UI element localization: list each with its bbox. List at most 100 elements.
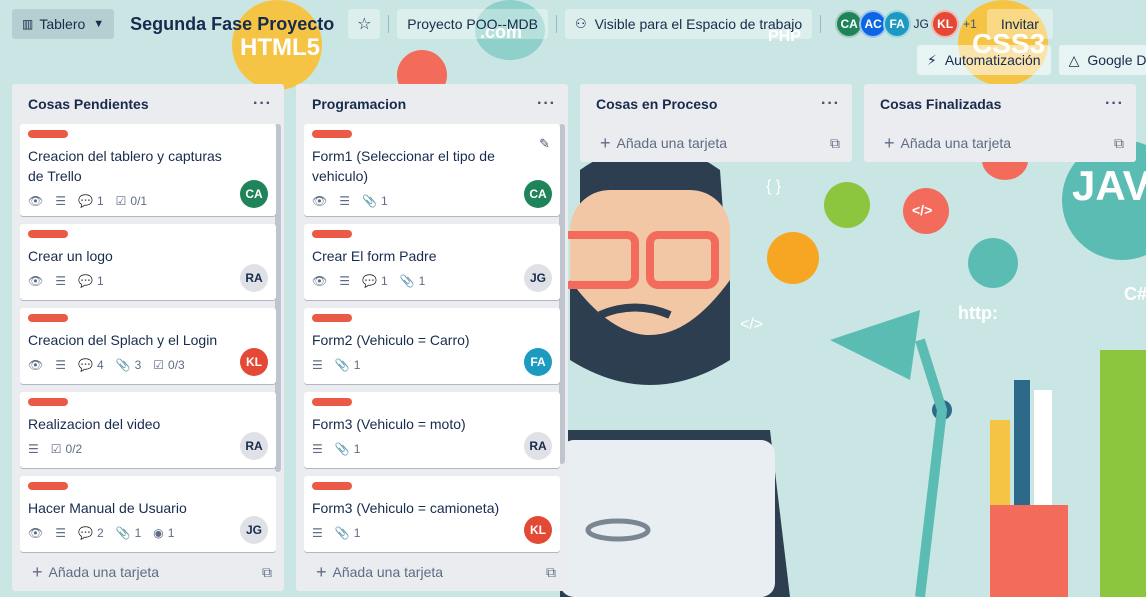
comments-badge: 💬 4 (78, 358, 104, 372)
list-header[interactable]: Cosas Finalizadas ··· (864, 84, 1136, 124)
comments-count: 4 (96, 358, 104, 372)
list-menu-icon[interactable]: ··· (253, 95, 272, 113)
card[interactable]: Crear El form Padre 👁 ☰ 💬 1 📎 1 JG (304, 224, 560, 300)
list-title[interactable]: Cosas Finalizadas (880, 96, 1001, 112)
card-member-avatar[interactable]: RA (524, 432, 552, 460)
description-icon: ☰ (55, 194, 66, 208)
list: Programacion ··· ✎ Form1 (Seleccionar el… (296, 84, 568, 591)
automation-button[interactable]: ⚡ Automatización (917, 45, 1051, 75)
avatar[interactable]: KL (931, 10, 960, 38)
add-card-label: Añada una tarjeta (900, 135, 1012, 151)
list-menu-icon[interactable]: ··· (821, 95, 840, 113)
eye-icon: 👁 (312, 274, 328, 288)
list-menu-icon[interactable]: ··· (1105, 95, 1124, 113)
card[interactable]: Form3 (Vehiculo = camioneta) ☰ 📎 1 KL (304, 476, 560, 552)
card-badges: ☰ 📎 1 (312, 358, 552, 372)
attachments-badge: 📎 3 (116, 358, 142, 372)
comments-badge: 💬 1 (78, 194, 104, 208)
card-member-avatar[interactable]: CA (524, 180, 552, 208)
attachments-count: 1 (353, 526, 361, 540)
eye-icon: 👁 (28, 274, 44, 288)
list-title[interactable]: Programacion (312, 96, 406, 112)
board-title[interactable]: Segunda Fase Proyecto (130, 14, 334, 35)
checkbox-icon: ☑ (153, 358, 165, 372)
template-icon[interactable]: ⧉ (830, 135, 840, 152)
card[interactable]: ✎ Form1 (Seleccionar el tipo de vehiculo… (304, 124, 560, 216)
view-switcher-button[interactable]: ▥ Tablero ▼ (12, 9, 115, 39)
card-label (28, 482, 68, 490)
star-button[interactable]: ☆ (348, 9, 381, 39)
list-title[interactable]: Cosas Pendientes (28, 96, 149, 112)
card-label (312, 314, 352, 322)
attachments-count: 1 (353, 442, 361, 456)
list-title[interactable]: Cosas en Proceso (596, 96, 717, 112)
add-card-button[interactable]: + Añada una tarjeta ⧉ (296, 553, 568, 591)
card-member-avatar[interactable]: JG (524, 264, 552, 292)
card[interactable]: Realizacion del video ☰ ☑ 0/2 RA (20, 392, 276, 468)
list-header[interactable]: Cosas Pendientes ··· (12, 84, 284, 124)
more-members-count[interactable]: +1 (963, 17, 977, 31)
comment-icon: 💬 (78, 194, 93, 208)
attachments-badge: 📎 1 (335, 358, 361, 372)
card[interactable]: Creacion del tablero y capturas de Trell… (20, 124, 276, 216)
add-card-label: Añada una tarjeta (616, 135, 728, 151)
plus-icon: + (600, 133, 611, 153)
card-title: Hacer Manual de Usuario (28, 500, 187, 516)
attachments-badge: 📎 1 (400, 274, 426, 288)
eye-icon: 👁 (28, 358, 44, 372)
comment-icon: 💬 (362, 274, 377, 288)
card[interactable]: Form2 (Vehiculo = Carro) ☰ 📎 1 FA (304, 308, 560, 384)
template-icon[interactable]: ⧉ (1114, 135, 1124, 152)
comments-count: 1 (380, 274, 388, 288)
template-icon[interactable]: ⧉ (262, 564, 272, 581)
list: Cosas en Proceso ··· + Añada una tarjeta… (580, 84, 852, 162)
comments-badge: 💬 1 (362, 274, 388, 288)
card-title: Form3 (Vehiculo = moto) (312, 416, 466, 432)
eye-icon: 👁 (28, 194, 44, 208)
card[interactable]: Hacer Manual de Usuario 👁 ☰ 💬 2 📎 1 ◉ 1 JG (20, 476, 276, 552)
list-header[interactable]: Cosas en Proceso ··· (580, 84, 852, 124)
card-container: ✎ Form1 (Seleccionar el tipo de vehiculo… (296, 124, 568, 553)
list-menu-icon[interactable]: ··· (537, 95, 556, 113)
automation-label: Automatización (944, 52, 1041, 68)
card-member-avatar[interactable]: RA (240, 264, 268, 292)
google-drive-button[interactable]: △ Google D (1058, 45, 1146, 75)
plus-icon: + (316, 562, 327, 582)
add-card-button[interactable]: + Añada una tarjeta ⧉ (12, 553, 284, 591)
card-member-avatar[interactable]: FA (524, 348, 552, 376)
card-container: Creacion del tablero y capturas de Trell… (12, 124, 284, 553)
google-drive-icon: △ (1068, 51, 1080, 68)
card-member-avatar[interactable]: CA (240, 180, 268, 208)
add-card-label: Añada una tarjeta (48, 564, 160, 580)
board-header-secondary: ⚡ Automatización △ Google D (917, 44, 1146, 76)
card-member-avatar[interactable]: KL (240, 348, 268, 376)
add-card-button[interactable]: + Añada una tarjeta ⧉ (864, 124, 1136, 162)
paperclip-icon: 📎 (399, 274, 415, 288)
card[interactable]: Form3 (Vehiculo = moto) ☰ 📎 1 RA (304, 392, 560, 468)
comments-badge: 💬 2 (78, 526, 104, 540)
add-card-label-group: + Añada una tarjeta (884, 134, 1011, 152)
add-card-button[interactable]: + Añada una tarjeta ⧉ (580, 124, 852, 162)
comment-icon: 💬 (78, 274, 93, 288)
pencil-icon[interactable]: ✎ (539, 136, 550, 152)
card-label (312, 230, 352, 238)
card-member-avatar[interactable]: KL (524, 516, 552, 544)
list-header[interactable]: Programacion ··· (296, 84, 568, 124)
template-icon[interactable]: ⧉ (546, 564, 556, 581)
card-member-avatar[interactable]: RA (240, 432, 268, 460)
paperclip-icon: 📎 (115, 526, 131, 540)
add-card-label-group: + Añada una tarjeta (316, 563, 443, 581)
attachments-count: 1 (353, 358, 361, 372)
card-badges: 👁 ☰ 💬 1 📎 1 (312, 274, 552, 288)
visibility-button[interactable]: ⚇ Visible para el Espacio de trabajo (564, 9, 813, 39)
card[interactable]: Crear un logo 👁 ☰ 💬 1 RA (20, 224, 276, 300)
github-badge: ◉ 1 (153, 526, 174, 540)
workspace-button[interactable]: Proyecto POO--MDB (397, 9, 548, 39)
card[interactable]: Creacion del Splach y el Login 👁 ☰ 💬 4 📎 3… (20, 308, 276, 384)
attachments-badge: 📎 1 (335, 442, 361, 456)
card-member-avatar[interactable]: JG (240, 516, 268, 544)
description-icon: ☰ (339, 194, 350, 208)
card-label (28, 130, 68, 138)
add-card-label-group: + Añada una tarjeta (32, 563, 159, 581)
invite-button[interactable]: Invitar (986, 9, 1053, 39)
